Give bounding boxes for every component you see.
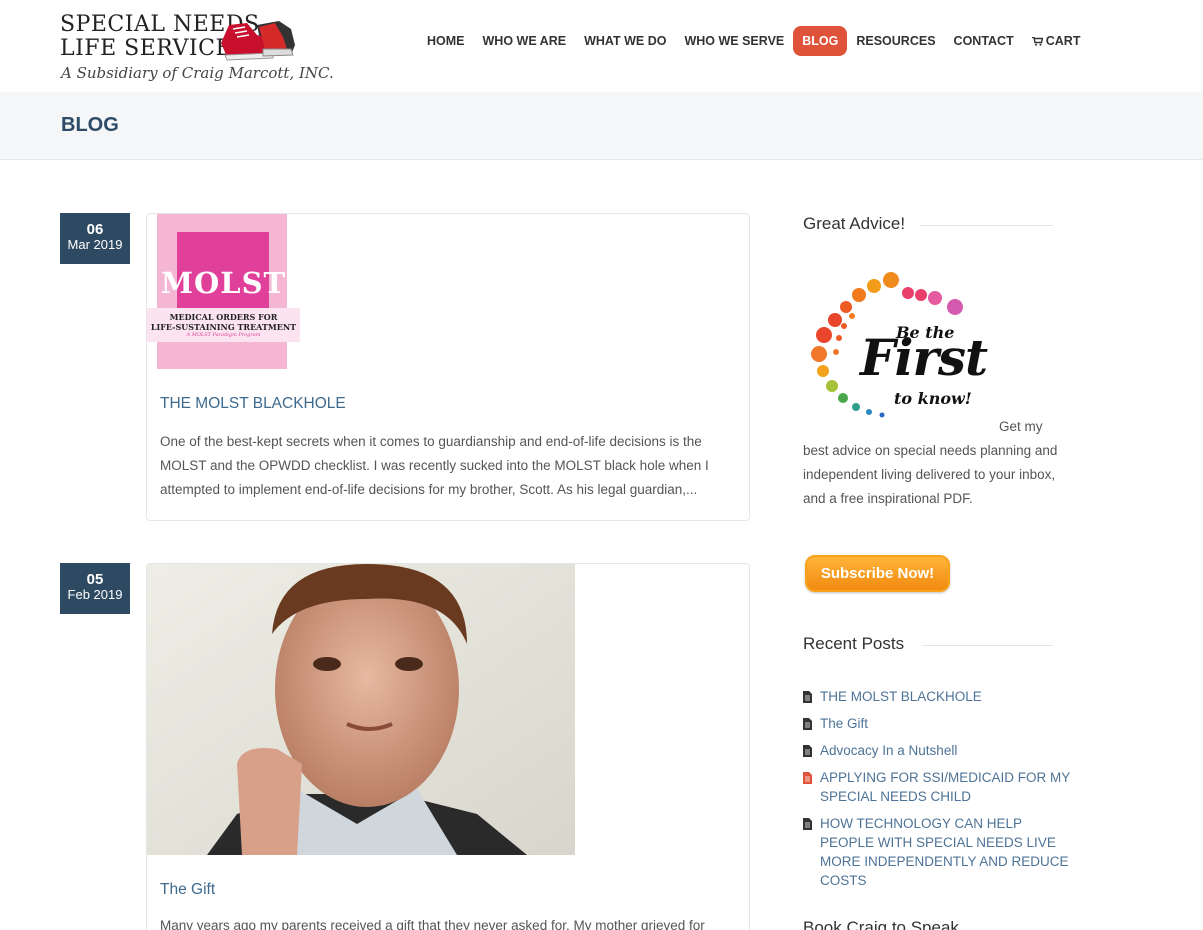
widget-title-recent-posts: Recent Posts (803, 634, 905, 653)
molst-caption-line1: MEDICAL ORDERS FOR (169, 312, 278, 322)
page-title-band: BLOG (0, 92, 1203, 160)
post-excerpt: Many years ago my parents received a gif… (160, 918, 705, 930)
nav-blog[interactable]: BLOG (793, 26, 848, 56)
document-icon (803, 745, 812, 757)
site-logo[interactable]: SPECIAL NEEDS LIFE SERVICES A Subsidiary… (60, 10, 334, 85)
nav-contact[interactable]: CONTACT (945, 26, 1023, 56)
post-date-day: 05 (86, 571, 104, 588)
recent-post-item[interactable]: The Gift (803, 714, 1073, 733)
sneakers-icon (221, 21, 295, 61)
nav-home[interactable]: HOME (418, 26, 474, 56)
recent-post-link[interactable]: Advocacy In a Nutshell (820, 741, 1073, 760)
nav-cart-label: CART (1045, 34, 1081, 48)
post-date-badge: 05 Feb 2019 (60, 563, 130, 614)
nav-what-we-do[interactable]: WHAT WE DO (575, 26, 675, 56)
post-date-month-year: Mar 2019 (67, 237, 123, 252)
page-title: BLOG (61, 114, 119, 136)
post-date-badge: 06 Mar 2019 (60, 213, 130, 264)
recent-post-item[interactable]: HOW TECHNOLOGY CAN HELP PEOPLE WITH SPEC… (803, 814, 1073, 890)
be-the-first-image[interactable]: Be the First to know! (808, 268, 1003, 420)
subscribe-button[interactable]: Subscribe Now! (805, 555, 950, 592)
post-date-month-year: Feb 2019 (67, 587, 123, 602)
recent-post-link[interactable]: HOW TECHNOLOGY CAN HELP PEOPLE WITH SPEC… (820, 814, 1073, 890)
recent-post-item[interactable]: Advocacy In a Nutshell (803, 741, 1073, 760)
document-icon (803, 772, 812, 784)
nav-who-we-serve[interactable]: WHO WE SERVE (675, 26, 793, 56)
recent-post-link[interactable]: The Gift (820, 714, 1073, 733)
document-icon (803, 818, 812, 830)
cart-icon (1031, 37, 1043, 46)
logo-tagline: A Subsidiary of Craig Marcott, INC. (61, 64, 334, 82)
post-title-link[interactable]: THE MOLST BLACKHOLE (160, 395, 346, 413)
widget-title-great-advice: Great Advice! (803, 214, 906, 233)
widget-title-rule (920, 225, 1053, 226)
promo-text-first: Get my (999, 419, 1043, 434)
molst-caption-line3: A MOLST Paradigm Program (186, 332, 261, 338)
post-excerpt: One of the best-kept secrets when it com… (160, 434, 709, 497)
post-title-link[interactable]: The Gift (160, 881, 215, 899)
promo-text-rest: best advice on special needs planning an… (803, 443, 1058, 506)
recent-posts-list: THE MOLST BLACKHOLE The Gift Advocacy In… (803, 687, 1073, 898)
nav-who-we-are[interactable]: WHO WE ARE (474, 26, 576, 56)
recent-post-link[interactable]: APPLYING FOR SSI/MEDICAID FOR MY SPECIAL… (820, 768, 1073, 806)
post-card: MOLST MEDICAL ORDERS FOR LIFE-SUSTAINING… (146, 213, 750, 521)
nav-resources[interactable]: RESOURCES (847, 26, 944, 56)
widget-title-book-craig: Book Craig to Speak (803, 918, 959, 930)
molst-caption-line2: LIFE-SUSTAINING TREATMENT (150, 322, 297, 332)
portrait-photo (147, 564, 575, 855)
document-icon (803, 718, 812, 730)
document-icon (803, 691, 812, 703)
main-nav: HOME WHO WE ARE WHAT WE DO WHO WE SERVE … (418, 26, 1089, 56)
recent-post-item[interactable]: APPLYING FOR SSI/MEDICAID FOR MY SPECIAL… (803, 768, 1073, 806)
post-thumbnail[interactable]: MOLST MEDICAL ORDERS FOR LIFE-SUSTAINING… (147, 214, 300, 369)
promo-text: Get my best advice on special needs plan… (803, 415, 1058, 511)
molst-word: MOLST (160, 266, 287, 300)
recent-post-link[interactable]: THE MOLST BLACKHOLE (820, 687, 1073, 706)
promo-first: First (860, 328, 988, 387)
post-thumbnail[interactable] (147, 564, 575, 855)
site-header: SPECIAL NEEDS LIFE SERVICES A Subsidiary… (0, 0, 1203, 92)
promo-to-know: to know! (894, 389, 972, 408)
post-card: The Gift Many years ago my parents recei… (146, 563, 750, 930)
widget-title-rule (922, 645, 1053, 646)
post-date-day: 06 (86, 221, 104, 238)
recent-post-item[interactable]: THE MOLST BLACKHOLE (803, 687, 1073, 706)
nav-cart[interactable]: CART (1023, 26, 1090, 56)
